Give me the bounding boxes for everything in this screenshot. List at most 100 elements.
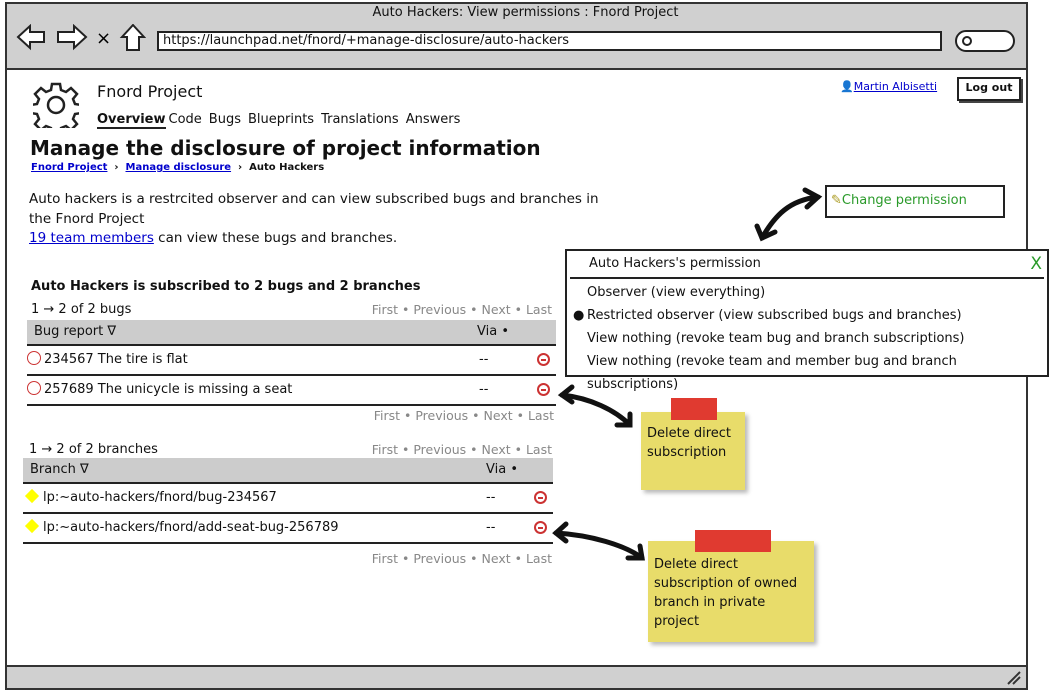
change-permission-label: Change permission bbox=[841, 193, 967, 208]
pager-next[interactable]: Next bbox=[482, 302, 511, 317]
note-tape bbox=[671, 398, 717, 420]
user-link[interactable]: Martin Albisetti bbox=[854, 80, 937, 93]
edit-icon: ✎ bbox=[831, 193, 842, 208]
pager-previous[interactable]: Previous bbox=[413, 442, 466, 457]
home-icon[interactable] bbox=[119, 24, 146, 51]
column-bug-report[interactable]: Bug report ∇ bbox=[34, 324, 116, 339]
bug-title[interactable]: 234567 The tire is flat bbox=[44, 352, 188, 367]
breadcrumb-manage-disclosure[interactable]: Manage disclosure bbox=[126, 162, 232, 173]
tab-blueprints[interactable]: Blueprints bbox=[248, 112, 314, 127]
user-icon: 👤 bbox=[840, 80, 854, 93]
branches-count: 1 → 2 of 2 branches bbox=[29, 442, 158, 457]
team-members-link[interactable]: 19 team members bbox=[29, 230, 154, 246]
sticky-note: Delete direct subscription bbox=[641, 412, 745, 490]
tab-code[interactable]: Code bbox=[169, 112, 202, 127]
bugs-table-header: Bug report ∇ Via • bbox=[27, 320, 556, 346]
nav-buttons: × bbox=[16, 24, 146, 51]
option-label: Observer (view everything) bbox=[587, 285, 766, 300]
pager-next[interactable]: Next bbox=[484, 408, 513, 423]
search-button[interactable] bbox=[955, 30, 1015, 52]
column-via[interactable]: Via • bbox=[486, 458, 518, 482]
branches-pager-top: First • Previous • Next • Last bbox=[371, 442, 552, 457]
resize-grip-icon[interactable] bbox=[1005, 669, 1023, 687]
bug-icon bbox=[27, 351, 41, 365]
option-label: View nothing (revoke team bug and branch… bbox=[587, 331, 965, 346]
project-nav: Overview Code Bugs Blueprints Translations An… bbox=[97, 112, 467, 129]
search-icon bbox=[962, 36, 972, 46]
via-value: -- bbox=[486, 490, 496, 505]
gear-icon bbox=[33, 82, 79, 128]
change-permission-button[interactable]: ✎Change permission bbox=[825, 185, 1005, 218]
pager-previous[interactable]: Previous bbox=[413, 551, 466, 566]
bug-icon bbox=[27, 381, 41, 395]
description-line: can view these bugs and branches. bbox=[153, 230, 398, 246]
delete-subscription-icon[interactable] bbox=[537, 353, 550, 366]
breadcrumb-current: Auto Hackers bbox=[249, 162, 325, 173]
description-line: the Fnord Project bbox=[29, 210, 145, 227]
bugs-count: 1 → 2 of 2 bugs bbox=[31, 302, 132, 317]
table-row: lp:~auto-hackers/fnord/bug-234567 -- bbox=[23, 484, 553, 514]
description-line: Auto hackers is a restrcited observer an… bbox=[29, 191, 599, 207]
window-title: Auto Hackers: View permissions : Fnord P… bbox=[372, 5, 679, 20]
description: Auto hackers is a restrcited observer an… bbox=[29, 190, 599, 249]
stop-icon[interactable]: × bbox=[96, 28, 111, 49]
logout-button[interactable]: Log out bbox=[957, 77, 1021, 101]
selected-bullet-icon: ● bbox=[573, 308, 585, 323]
branches-table-header: Branch ∇ Via • bbox=[23, 458, 553, 484]
breadcrumb-fnord-project[interactable]: Fnord Project bbox=[31, 162, 107, 173]
pager-first[interactable]: First bbox=[372, 442, 398, 457]
option-restricted-observer[interactable]: ● Restricted observer (view subscribed bu… bbox=[567, 304, 1047, 327]
permission-popup: Auto Hackers's permission X Observer (vie… bbox=[565, 249, 1049, 392]
tab-translations[interactable]: Translations bbox=[321, 112, 399, 127]
pager-next[interactable]: Next bbox=[482, 551, 511, 566]
branch-title[interactable]: lp:~auto-hackers/fnord/bug-234567 bbox=[43, 490, 277, 505]
via-value: -- bbox=[479, 352, 489, 367]
option-label: View nothing (revoke team and member bug… bbox=[587, 354, 957, 392]
tab-overview[interactable]: Overview bbox=[97, 112, 166, 129]
branch-title[interactable]: lp:~auto-hackers/fnord/add-seat-bug-2567… bbox=[43, 520, 339, 535]
user-menu: 👤Martin Albisetti bbox=[840, 80, 937, 93]
bug-title[interactable]: 257689 The unicycle is missing a seat bbox=[44, 382, 292, 397]
tab-bugs[interactable]: Bugs bbox=[209, 112, 241, 127]
tab-answers[interactable]: Answers bbox=[406, 112, 461, 127]
option-view-nothing-team[interactable]: View nothing (revoke team bug and branch… bbox=[567, 327, 1047, 350]
popup-header: Auto Hackers's permission X bbox=[570, 251, 1044, 279]
pager-previous[interactable]: Previous bbox=[415, 408, 468, 423]
status-bar bbox=[5, 665, 1028, 690]
table-row: 257689 The unicycle is missing a seat -- bbox=[27, 376, 556, 406]
back-icon[interactable] bbox=[16, 24, 45, 51]
pager-last[interactable]: Last bbox=[526, 551, 552, 566]
note-text: Delete direct subscription bbox=[647, 426, 732, 460]
forward-icon[interactable] bbox=[57, 24, 88, 51]
delete-subscription-icon[interactable] bbox=[534, 491, 547, 504]
via-value: -- bbox=[486, 520, 496, 535]
column-via[interactable]: Via • bbox=[477, 320, 509, 344]
branch-icon bbox=[24, 518, 40, 534]
pager-first[interactable]: First bbox=[372, 551, 398, 566]
option-view-nothing-all[interactable]: View nothing (revoke team and member bug… bbox=[567, 350, 1047, 396]
pager-first[interactable]: First bbox=[374, 408, 400, 423]
subscriptions-heading: Auto Hackers is subscribed to 2 bugs and… bbox=[31, 279, 421, 294]
delete-subscription-icon[interactable] bbox=[537, 383, 550, 396]
pager-last[interactable]: Last bbox=[528, 408, 554, 423]
pager-previous[interactable]: Previous bbox=[413, 302, 466, 317]
pager-last[interactable]: Last bbox=[526, 442, 552, 457]
note-text: Delete direct subscription of owned bran… bbox=[654, 557, 798, 629]
breadcrumb: Fnord Project › Manage disclosure › Auto… bbox=[31, 162, 325, 173]
option-observer[interactable]: Observer (view everything) bbox=[567, 281, 1047, 304]
column-branch[interactable]: Branch ∇ bbox=[30, 462, 89, 477]
option-label: Restricted observer (view subscribed bug… bbox=[587, 308, 962, 323]
url-bar[interactable]: https://launchpad.net/fnord/+manage-disc… bbox=[157, 31, 942, 51]
bugs-pager-top: First • Previous • Next • Last bbox=[371, 302, 552, 317]
branch-icon bbox=[24, 488, 40, 504]
bugs-pager-bottom: First • Previous • Next • Last bbox=[373, 408, 554, 423]
table-row: 234567 The tire is flat -- bbox=[27, 346, 556, 376]
project-name: Fnord Project bbox=[97, 82, 203, 101]
popup-title: Auto Hackers's permission bbox=[589, 256, 761, 271]
delete-subscription-icon[interactable] bbox=[534, 521, 547, 534]
page-title: Manage the disclosure of project informa… bbox=[30, 136, 541, 160]
pager-next[interactable]: Next bbox=[482, 442, 511, 457]
pager-first[interactable]: First bbox=[372, 302, 398, 317]
close-icon[interactable]: X bbox=[1030, 251, 1042, 277]
pager-last[interactable]: Last bbox=[526, 302, 552, 317]
